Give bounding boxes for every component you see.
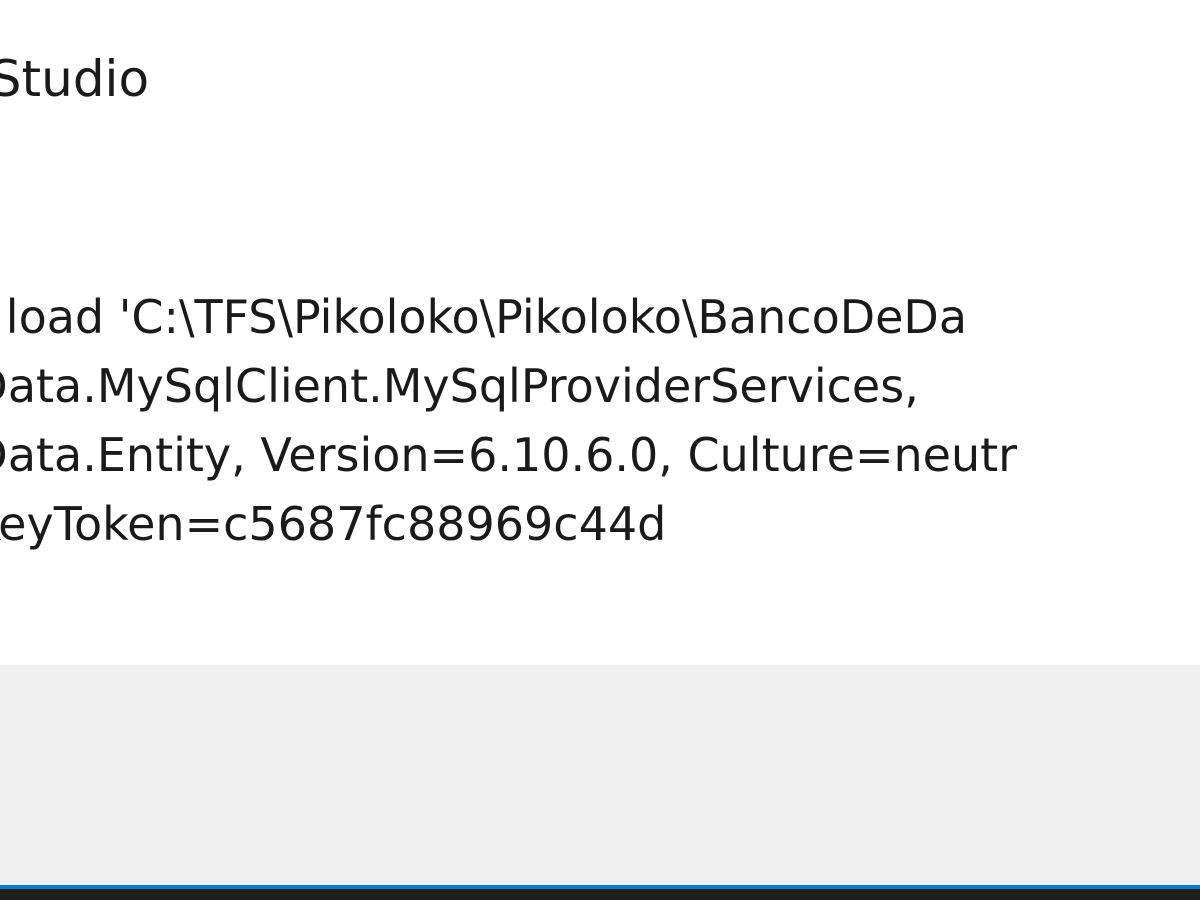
error-message-line: l.Data.Entity, Version=6.10.6.0, Culture… — [0, 428, 1018, 482]
dialog-button-area — [0, 665, 1200, 885]
error-message-line: cKeyToken=c5687fc88969c44d — [0, 497, 667, 551]
error-message: ot load 'C:\TFS\Pikoloko\Pikoloko\BancoD… — [0, 283, 1017, 559]
error-message-line: ot load 'C:\TFS\Pikoloko\Pikoloko\BancoD… — [0, 290, 968, 344]
accent-bar — [0, 885, 1200, 889]
error-message-line: l.Data.MySqlClient.MySqlProviderServices… — [0, 359, 919, 413]
dialog-content: l Studio ot load 'C:\TFS\Pikoloko\Pikolo… — [0, 0, 1200, 665]
dialog-title: l Studio — [0, 50, 150, 108]
error-dialog: l Studio ot load 'C:\TFS\Pikoloko\Pikolo… — [0, 0, 1200, 885]
editor-status-strip — [0, 885, 1200, 900]
